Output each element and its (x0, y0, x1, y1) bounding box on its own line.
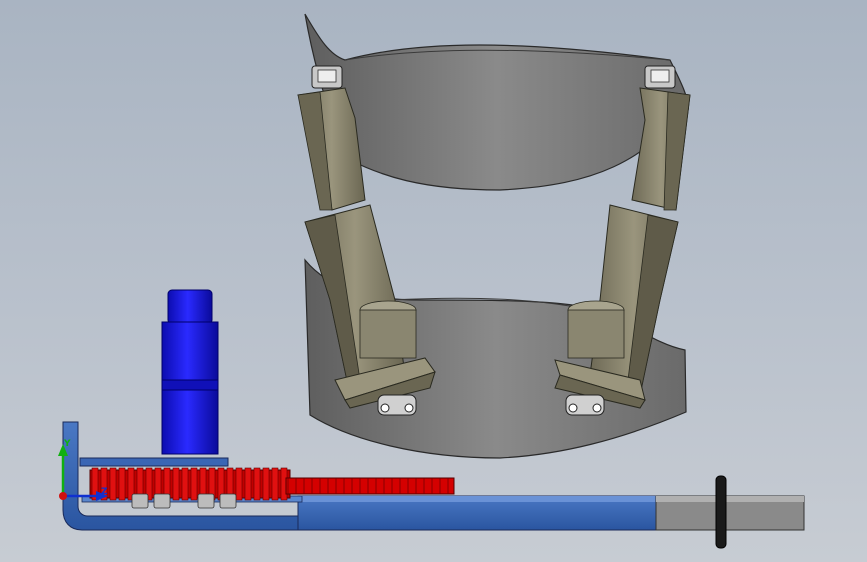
3d-viewport[interactable]: Y Z (0, 0, 867, 562)
knob-icon[interactable] (715, 475, 727, 549)
motor-cylinder[interactable] (161, 289, 219, 455)
end-bar[interactable] (655, 475, 805, 549)
triad-y-label: Y (63, 439, 71, 449)
triad-z-label: Z (101, 487, 108, 497)
cad-model-scene[interactable]: Y Z (0, 0, 867, 562)
x-axis-icon (59, 492, 67, 500)
